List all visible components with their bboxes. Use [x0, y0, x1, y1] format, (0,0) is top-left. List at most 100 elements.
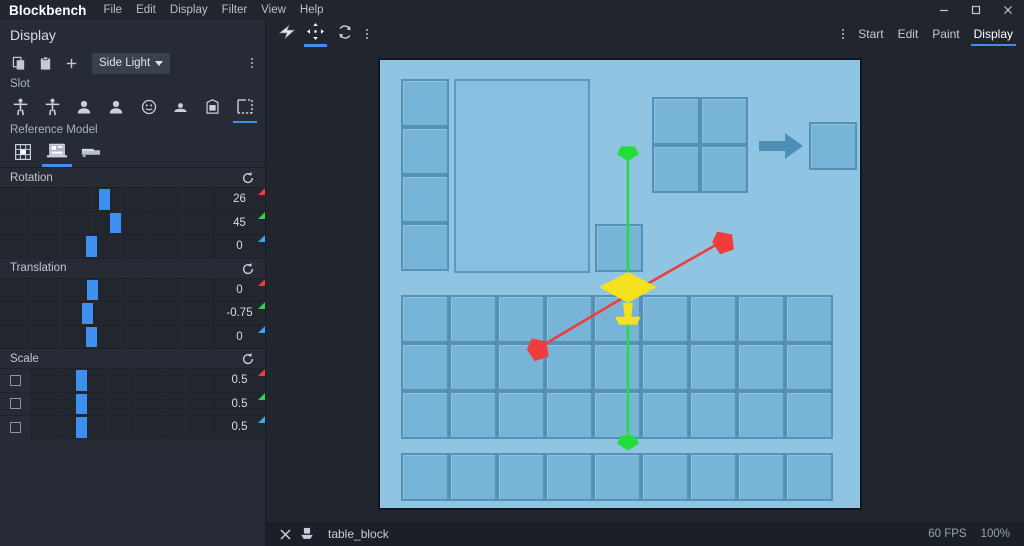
crafting-slot: [700, 145, 748, 193]
inventory-slot: [785, 343, 833, 391]
reference-option-bench[interactable]: [74, 141, 108, 167]
scale-x-value[interactable]: 0.5: [213, 369, 265, 392]
inventory-slot: [545, 295, 593, 343]
pivot-arrow-icon: [278, 24, 296, 45]
display-preset-select[interactable]: Side Light: [92, 52, 171, 74]
slot-option-firstperson-righthand[interactable]: [68, 95, 100, 123]
translation-z-slider[interactable]: [0, 325, 213, 348]
status-bar: table_block 60 FPS 100%: [266, 522, 1024, 546]
pivot-tool-button[interactable]: [272, 21, 301, 47]
inventory-slot: [737, 391, 785, 439]
inventory-slot: [545, 391, 593, 439]
copy-icon[interactable]: [6, 51, 32, 75]
scale-y-slider[interactable]: [30, 392, 213, 415]
mode-kebab-menu-icon[interactable]: [835, 23, 851, 45]
rotation-y-value[interactable]: 45: [213, 211, 265, 234]
offhand-slot: [595, 224, 643, 272]
inventory-slot: [401, 343, 449, 391]
move-tool-button[interactable]: [301, 21, 330, 47]
slot-option-thirdperson-righthand[interactable]: [4, 95, 36, 123]
axis-x-marker: [258, 369, 265, 376]
menu-file[interactable]: File: [97, 0, 130, 20]
translation-x-slider[interactable]: [0, 278, 213, 301]
reset-scale-icon[interactable]: [239, 350, 257, 368]
rotation-y-slider[interactable]: [0, 211, 213, 234]
translation-x-value[interactable]: 0: [213, 278, 265, 301]
tab-paint[interactable]: Paint: [925, 21, 966, 47]
rotation-z-slider[interactable]: [0, 235, 213, 258]
inventory-screen-icon: [46, 143, 68, 166]
menu-filter[interactable]: Filter: [215, 0, 255, 20]
slot-option-gui[interactable]: [229, 95, 261, 123]
menu-edit[interactable]: Edit: [129, 0, 163, 20]
plus-icon[interactable]: [58, 51, 84, 75]
close-icon[interactable]: [274, 523, 296, 545]
rotation-y-row: 45: [0, 210, 265, 234]
translation-y-value[interactable]: -0.75: [213, 302, 265, 325]
right-arrow-icon: [759, 133, 803, 159]
tab-display[interactable]: Display: [967, 21, 1020, 47]
rotation-x-value[interactable]: 26: [213, 188, 265, 211]
player-preview-panel: [454, 79, 590, 273]
translation-x-row: 0: [0, 277, 265, 301]
scale-y-checkbox[interactable]: [0, 392, 30, 415]
translation-z-value[interactable]: 0: [213, 325, 265, 348]
display-preset-label: Side Light: [99, 57, 151, 69]
inventory-slot: [545, 343, 593, 391]
reference-model-strip: [0, 139, 265, 167]
reset-translation-icon[interactable]: [239, 260, 257, 278]
crafting-slot: [700, 97, 748, 145]
scale-x-slider[interactable]: [30, 369, 213, 392]
scale-x-checkbox[interactable]: [0, 369, 30, 392]
minimize-button[interactable]: [928, 0, 960, 20]
menu-view[interactable]: View: [254, 0, 293, 20]
reset-rotation-icon[interactable]: [239, 169, 257, 187]
viewport-kebab-menu-icon[interactable]: [359, 23, 375, 45]
scale-z-slider[interactable]: [30, 416, 213, 439]
slot-option-ground[interactable]: [165, 95, 197, 123]
person-bust-icon: [108, 99, 124, 120]
reference-option-inventory-gui[interactable]: [40, 141, 74, 167]
transform-groups: Rotation 26 45 0 Translation 0 -0.75 0 Scale 0.5 0…: [0, 167, 265, 439]
menu-help[interactable]: Help: [293, 0, 331, 20]
fps-counter: 60 FPS: [928, 528, 967, 540]
gui-square-icon: [237, 98, 253, 120]
scale-z-value[interactable]: 0.5: [213, 416, 265, 439]
maximize-button[interactable]: [960, 0, 992, 20]
person-bust-icon: [76, 99, 92, 120]
tab-edit[interactable]: Edit: [891, 21, 926, 47]
tab-start[interactable]: Start: [851, 21, 890, 47]
close-button[interactable]: [992, 0, 1024, 20]
translation-y-slider[interactable]: [0, 302, 213, 325]
scale-z-row: 0.5: [0, 415, 265, 439]
scale-y-value[interactable]: 0.5: [213, 392, 265, 415]
axis-x-marker: [258, 278, 265, 286]
hotbar-slot: [545, 453, 593, 501]
scale-x-row: 0.5: [0, 368, 265, 392]
inventory-slot: [737, 343, 785, 391]
move-arrows-icon: [307, 23, 324, 45]
kebab-menu-icon[interactable]: [244, 53, 260, 73]
zoom-level: 100%: [980, 528, 1010, 540]
viewport-canvas[interactable]: [266, 48, 1024, 522]
rotation-x-slider[interactable]: [0, 188, 213, 211]
rotate-tool-button[interactable]: [330, 21, 359, 47]
smiley-face-icon: [141, 99, 157, 120]
slot-option-firstperson-lefthand[interactable]: [100, 95, 132, 123]
checkbox-icon: [9, 398, 21, 410]
reference-option-grid[interactable]: [6, 141, 40, 167]
slot-option-fixed[interactable]: [197, 95, 229, 123]
rotation-z-value[interactable]: 0: [213, 235, 265, 258]
paste-icon[interactable]: [32, 51, 58, 75]
checkbox-icon: [9, 421, 21, 433]
scale-z-checkbox[interactable]: [0, 416, 30, 439]
slot-option-thirdperson-lefthand[interactable]: [36, 95, 68, 123]
crafting-output-slot: [809, 122, 857, 170]
inventory-slot: [689, 343, 737, 391]
slot-option-head[interactable]: [133, 95, 165, 123]
sidebar-footer: [0, 522, 266, 546]
person-arms-out-icon: [12, 98, 29, 121]
inventory-slot: [497, 343, 545, 391]
hotbar-slot: [785, 453, 833, 501]
menu-display[interactable]: Display: [163, 0, 215, 20]
